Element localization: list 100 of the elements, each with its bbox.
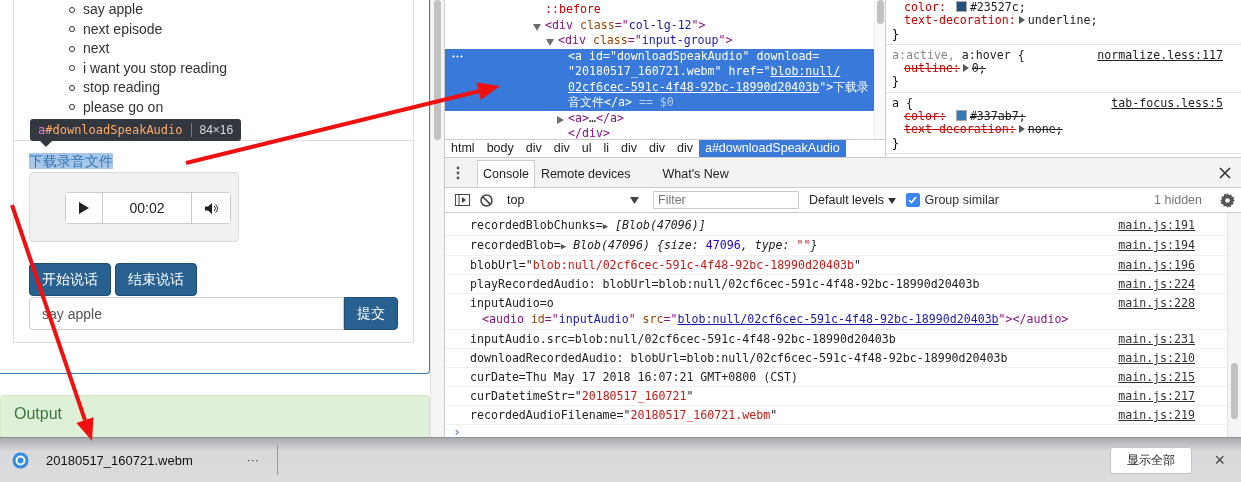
close-icon[interactable]: [1219, 166, 1231, 179]
source-link[interactable]: main.js:215: [1118, 368, 1195, 386]
console-element: <audio id="inputAudio" src="blob:null/02cf6cec-591c-4f48-92bc-18990d20403b"></audio>: [482, 312, 1069, 326]
expand-icon[interactable]: [1018, 16, 1025, 25]
css-selector: a:active,: [892, 47, 955, 62]
breadcrumb[interactable]: html: [445, 140, 481, 157]
drawer-tab[interactable]: Remote devices: [534, 160, 637, 187]
console-message: recordedBlob=▶ Blob(47096) {size: 47096, type: ""}: [470, 238, 818, 252]
list-item: please go on: [83, 97, 164, 117]
css-value: #23527c;: [969, 0, 1026, 14]
scrollbar-thumb[interactable]: [1231, 363, 1238, 419]
console-message: inputAudio=o: [470, 296, 554, 310]
css-selector: a {: [892, 95, 913, 110]
expand-icon[interactable]: [962, 64, 969, 73]
breadcrumb[interactable]: div: [643, 140, 671, 157]
clear-icon[interactable]: [480, 193, 493, 207]
show-all-button[interactable]: 显示全部: [1110, 446, 1193, 474]
dom-node[interactable]: </div>: [445, 126, 874, 139]
dom-node[interactable]: <a id="downloadSpeakAudio" download= "20180517_160721.webm" href="blob:null/ 02cf6cec-591c-4f48-92bc-18990d20403b">下载录音文件</a> == $0: [445, 48, 874, 111]
source-link[interactable]: main.js:217: [1118, 387, 1195, 405]
speech-button[interactable]: 开始说话: [29, 263, 111, 296]
breadcrumb[interactable]: body: [480, 140, 520, 157]
console-message: recordedAudioFilename="20180517_160721.webm": [470, 408, 778, 422]
download-filename[interactable]: 20180517_160721.webm: [46, 452, 193, 468]
settings-icon[interactable]: [1220, 192, 1235, 208]
closing-brace: }: [892, 135, 899, 150]
submit-button[interactable]: 提交: [344, 297, 398, 330]
console-message: recordedBlobChunks=▶ [Blob(47096)]: [470, 218, 706, 232]
source-link[interactable]: main.js:191: [1118, 216, 1195, 235]
download-file-icon: [12, 451, 29, 469]
more-button[interactable]: ···: [240, 453, 265, 467]
css-property: text-decoration:: [904, 13, 1016, 28]
close-button[interactable]: ×: [1210, 451, 1229, 469]
css-value: 0;: [971, 61, 986, 76]
drawer-tab[interactable]: What's New: [656, 160, 735, 187]
tooltip-pointer-icon: [40, 141, 52, 147]
breadcrumb[interactable]: div: [615, 140, 643, 157]
speech-button[interactable]: 结束说话: [115, 263, 197, 296]
expand-icon[interactable]: [1018, 125, 1025, 134]
css-value: #337ab7;: [969, 109, 1026, 124]
drawer-tab[interactable]: Console: [477, 160, 535, 187]
breadcrumb[interactable]: ul: [575, 140, 598, 157]
console-message: inputAudio.src=blob:null/02cf6cec-591c-4f48-92bc-18990d20403b: [470, 332, 896, 346]
css-property: color:: [904, 109, 946, 124]
scrollbar-thumb[interactable]: [876, 0, 884, 24]
console-message: curDatetimeStr="20180517_160721": [470, 389, 694, 403]
source-link[interactable]: main.js:196: [1118, 256, 1195, 274]
element-tooltip: a#downloadSpeakAudio 84×16: [30, 119, 242, 141]
css-selector: a:hover {: [960, 47, 1025, 62]
console-message: playRecordedAudio: blobUrl=blob:null/02cf6cec-591c-4f48-92bc-18990d20403b: [470, 277, 980, 291]
color-swatch[interactable]: [955, 110, 967, 122]
css-property: text-decoration:: [904, 122, 1016, 137]
context-select[interactable]: top: [503, 193, 643, 207]
console-message: curDate=Thu May 17 2018 16:07:21 GMT+0800 (CST): [470, 370, 799, 384]
list-item: i want you stop reading: [83, 58, 227, 78]
dom-node[interactable]: ::before: [445, 2, 874, 18]
breadcrumb[interactable]: li: [597, 140, 615, 157]
source-link[interactable]: main.js:219: [1118, 406, 1195, 424]
scrollbar-thumb[interactable]: [434, 0, 441, 140]
breadcrumb[interactable]: div: [519, 140, 548, 157]
levels-dropdown[interactable]: Default levels: [809, 193, 896, 207]
list-item: say apple: [83, 0, 143, 19]
caret-icon: [630, 196, 639, 204]
caret-icon[interactable]: [556, 115, 564, 124]
css-property: outline:: [904, 61, 960, 76]
panel-title: Output: [14, 405, 63, 422]
list-item: stop reading: [83, 78, 161, 97]
more-icon[interactable]: [452, 54, 463, 58]
dom-node[interactable]: <a>…</a>: [445, 110, 874, 126]
play-icon: [79, 202, 89, 214]
caret-icon: [887, 198, 896, 204]
source-link[interactable]: normalize.less:117: [1097, 48, 1223, 63]
closing-brace: }: [892, 74, 899, 89]
checkbox-label: Group similar: [924, 193, 999, 207]
source-link[interactable]: main.js:194: [1118, 236, 1195, 255]
closing-brace: }: [892, 26, 899, 41]
source-link[interactable]: tab-focus.less:5: [1111, 96, 1223, 111]
css-value: none;: [1027, 122, 1063, 137]
dom-node[interactable]: <div class="col-lg-12">: [445, 17, 874, 33]
play-button[interactable]: [66, 193, 103, 223]
volume-icon: [204, 202, 218, 214]
console-prompt[interactable]: ›: [445, 425, 1227, 437]
dom-node[interactable]: <div class="input-group">: [445, 33, 874, 49]
console-message: downloadRecordedAudio: blobUrl=blob:null/02cf6cec-591c-4f48-92bc-18990d20403b: [470, 351, 1008, 365]
sidebar-icon[interactable]: [455, 194, 470, 206]
source-link[interactable]: main.js:210: [1118, 349, 1195, 367]
checkbox[interactable]: [905, 193, 920, 207]
css-property: color:: [904, 0, 946, 14]
source-link[interactable]: main.js:231: [1118, 330, 1195, 348]
breadcrumb[interactable]: div: [670, 140, 699, 157]
filter-field[interactable]: Filter: [653, 191, 799, 209]
color-swatch[interactable]: [955, 1, 967, 12]
breadcrumb[interactable]: div: [547, 140, 576, 157]
console-message: blobUrl="blob:null/02cf6cec-591c-4f48-92bc-18990d20403b": [470, 258, 861, 272]
css-value: underline;: [1027, 13, 1098, 28]
hidden-count: 1 hidden: [1154, 193, 1202, 207]
source-link[interactable]: main.js:224: [1118, 275, 1195, 293]
list-item: next episode: [83, 19, 163, 39]
breadcrumb[interactable]: a#downloadSpeakAudio: [698, 140, 846, 157]
source-link[interactable]: main.js:228: [1118, 294, 1195, 329]
